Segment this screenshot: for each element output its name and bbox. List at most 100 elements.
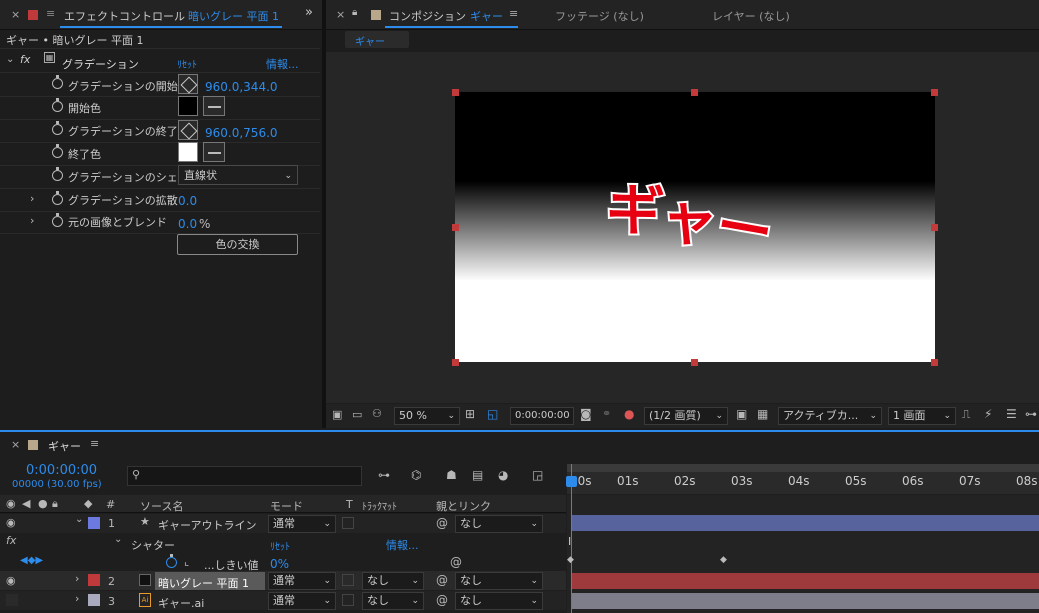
stopwatch-icon[interactable] xyxy=(52,167,63,181)
close-tab-icon[interactable]: × xyxy=(11,438,20,451)
layer-bar[interactable] xyxy=(572,515,1039,531)
draft-3d-icon[interactable]: ⌬ xyxy=(411,468,421,482)
effect-controls-tab-target[interactable]: 暗いグレー 平面 1 xyxy=(188,8,279,24)
column-source-name[interactable]: ソース名 xyxy=(140,498,183,514)
trackmatte-dropdown[interactable]: なし ⌄ xyxy=(362,572,424,590)
transform-handle[interactable] xyxy=(691,89,698,96)
gradient-start-value[interactable]: 960.0,344.0 xyxy=(205,80,278,94)
threshold-value[interactable]: 0% xyxy=(270,557,289,571)
transparency-grid-icon[interactable]: ▦ xyxy=(757,407,768,421)
flowchart-icon[interactable]: ⊶ xyxy=(1025,407,1037,421)
stopwatch-icon[interactable] xyxy=(52,144,63,158)
menu-icon[interactable]: ≡ xyxy=(90,437,99,450)
column-mode[interactable]: モード xyxy=(270,498,303,514)
audio-icon[interactable]: ◀︎ xyxy=(22,497,30,510)
visibility-toggle[interactable] xyxy=(6,594,18,606)
expand-chevron-icon[interactable]: › xyxy=(30,214,34,227)
transform-handle[interactable] xyxy=(452,224,459,231)
info-link[interactable]: 情報... xyxy=(266,56,299,72)
reset-link[interactable]: ﾘｾｯﾄ xyxy=(177,56,197,71)
parent-dropdown[interactable]: なし ⌄ xyxy=(455,515,543,533)
menu-icon[interactable]: ≡ xyxy=(509,7,518,20)
stopwatch-icon[interactable] xyxy=(52,75,63,89)
camera-icon[interactable]: ◙ xyxy=(580,407,592,421)
parent-dropdown[interactable]: なし ⌄ xyxy=(455,592,543,610)
trackmatte-dropdown[interactable]: なし ⌄ xyxy=(362,592,424,610)
expand-chevron-icon[interactable]: › xyxy=(75,572,79,585)
graph-icon[interactable]: ⌞ xyxy=(184,555,189,568)
crosshair-icon[interactable] xyxy=(178,74,198,94)
column-trackmatte[interactable]: ﾄﾗｯｸﾏｯﾄ xyxy=(362,498,397,513)
layer-name[interactable]: 暗いグレー 平面 1 xyxy=(158,575,249,591)
collapse-chevron-icon[interactable]: ⌄ xyxy=(75,514,83,525)
pickwhip-icon[interactable]: @ xyxy=(436,516,448,530)
fast-preview-icon[interactable]: ⚡︎ xyxy=(984,407,992,421)
mode-dropdown[interactable]: 通常 ⌄ xyxy=(268,572,336,590)
keyframe-icon[interactable]: ◆ xyxy=(567,555,574,565)
lock-icon[interactable]: 🔒︎ xyxy=(352,7,357,18)
layer-tab[interactable]: レイヤー (なし) xyxy=(712,8,790,24)
effect-controls-tab-label[interactable]: エフェクトコントロール xyxy=(64,8,185,24)
keyframe-icon[interactable]: ◆ xyxy=(720,555,727,565)
work-area-bar[interactable] xyxy=(567,464,1039,472)
eyedropper-icon[interactable] xyxy=(203,96,225,116)
gradient-scatter-value[interactable]: 0.0 xyxy=(178,194,197,208)
mask-icon[interactable]: ⚇ xyxy=(372,407,382,420)
camera-dropdown[interactable]: アクティブカ... ⌄ xyxy=(778,407,882,425)
lock-icon[interactable]: 🔒︎ xyxy=(52,497,58,511)
show-snapshot-icon[interactable]: ⚭ xyxy=(602,407,611,420)
close-tab-icon[interactable]: × xyxy=(336,8,345,21)
blend-value[interactable]: 0.0 xyxy=(178,217,197,231)
stopwatch-icon[interactable] xyxy=(166,554,177,568)
grid-icon[interactable]: ⊞ xyxy=(465,407,475,421)
transform-handle[interactable] xyxy=(691,359,698,366)
composition-tab-name[interactable]: ギャー xyxy=(470,8,503,24)
layer-bar[interactable] xyxy=(572,573,1039,589)
preserve-transparency-box[interactable] xyxy=(342,517,354,529)
layer-bar[interactable] xyxy=(572,593,1039,609)
eye-icon[interactable]: ◉ xyxy=(6,497,16,510)
transform-handle[interactable] xyxy=(931,359,938,366)
transform-handle[interactable] xyxy=(452,89,459,96)
eyedropper-icon[interactable] xyxy=(203,142,225,162)
transform-handle[interactable] xyxy=(931,224,938,231)
column-parent[interactable]: 親とリンク xyxy=(436,498,491,514)
playhead-icon[interactable] xyxy=(566,476,577,487)
expand-chevron-icon[interactable]: › xyxy=(75,592,79,605)
mode-dropdown[interactable]: 通常 ⌄ xyxy=(268,592,336,610)
timeline-icon[interactable]: ☰ xyxy=(1006,407,1017,421)
graph-editor-icon[interactable]: ◲ xyxy=(532,468,543,482)
stopwatch-icon[interactable] xyxy=(52,213,63,227)
pickwhip-icon[interactable]: @ xyxy=(436,573,448,587)
start-color-swatch[interactable] xyxy=(178,96,198,116)
frame-blend-icon[interactable]: ▤ xyxy=(472,468,483,482)
canvas-text-art[interactable]: ギャー xyxy=(455,92,935,362)
eye-icon[interactable]: ◉ xyxy=(6,574,16,587)
close-tab-icon[interactable]: × xyxy=(11,8,20,21)
pickwhip-icon[interactable]: @ xyxy=(436,593,448,607)
reset-exposure-icon[interactable]: ⎍ xyxy=(962,407,970,422)
views-dropdown[interactable]: 1 画面 ⌄ xyxy=(888,407,956,425)
fx-icon[interactable]: fx xyxy=(20,53,30,66)
layer-label-color[interactable] xyxy=(88,517,100,529)
expression-pickwhip-icon[interactable]: @ xyxy=(450,555,462,569)
always-preview-icon[interactable]: ▣ xyxy=(332,408,342,421)
shy-icon[interactable]: ☗ xyxy=(446,468,457,482)
transform-handle[interactable] xyxy=(931,89,938,96)
motion-blur-icon[interactable]: ◕ xyxy=(498,468,508,482)
search-input[interactable] xyxy=(127,466,362,486)
timecode-field[interactable]: 0:00:00:00 xyxy=(510,407,574,425)
shatter-info-link[interactable]: 情報... xyxy=(386,537,419,553)
footage-tab[interactable]: フッテージ (なし) xyxy=(555,8,644,24)
monitor-icon[interactable]: ▭ xyxy=(352,408,362,421)
region-icon[interactable]: ◱ xyxy=(487,407,498,421)
timeline-timecode[interactable]: 0:00:00:00 xyxy=(26,463,97,478)
layer-label-color[interactable] xyxy=(88,574,100,586)
resolution-dropdown[interactable]: (1/2 画質) ⌄ xyxy=(644,407,728,425)
mode-dropdown[interactable]: 通常 ⌄ xyxy=(268,515,336,533)
label-icon[interactable]: ◆ xyxy=(84,497,92,510)
solo-icon[interactable]: ● xyxy=(38,497,48,510)
layer-name[interactable]: ギャーアウトライン xyxy=(158,517,257,533)
comp-flowchart-icon[interactable]: ⊶ xyxy=(378,468,390,482)
collapse-chevron-icon[interactable]: ⌄ xyxy=(6,54,14,65)
